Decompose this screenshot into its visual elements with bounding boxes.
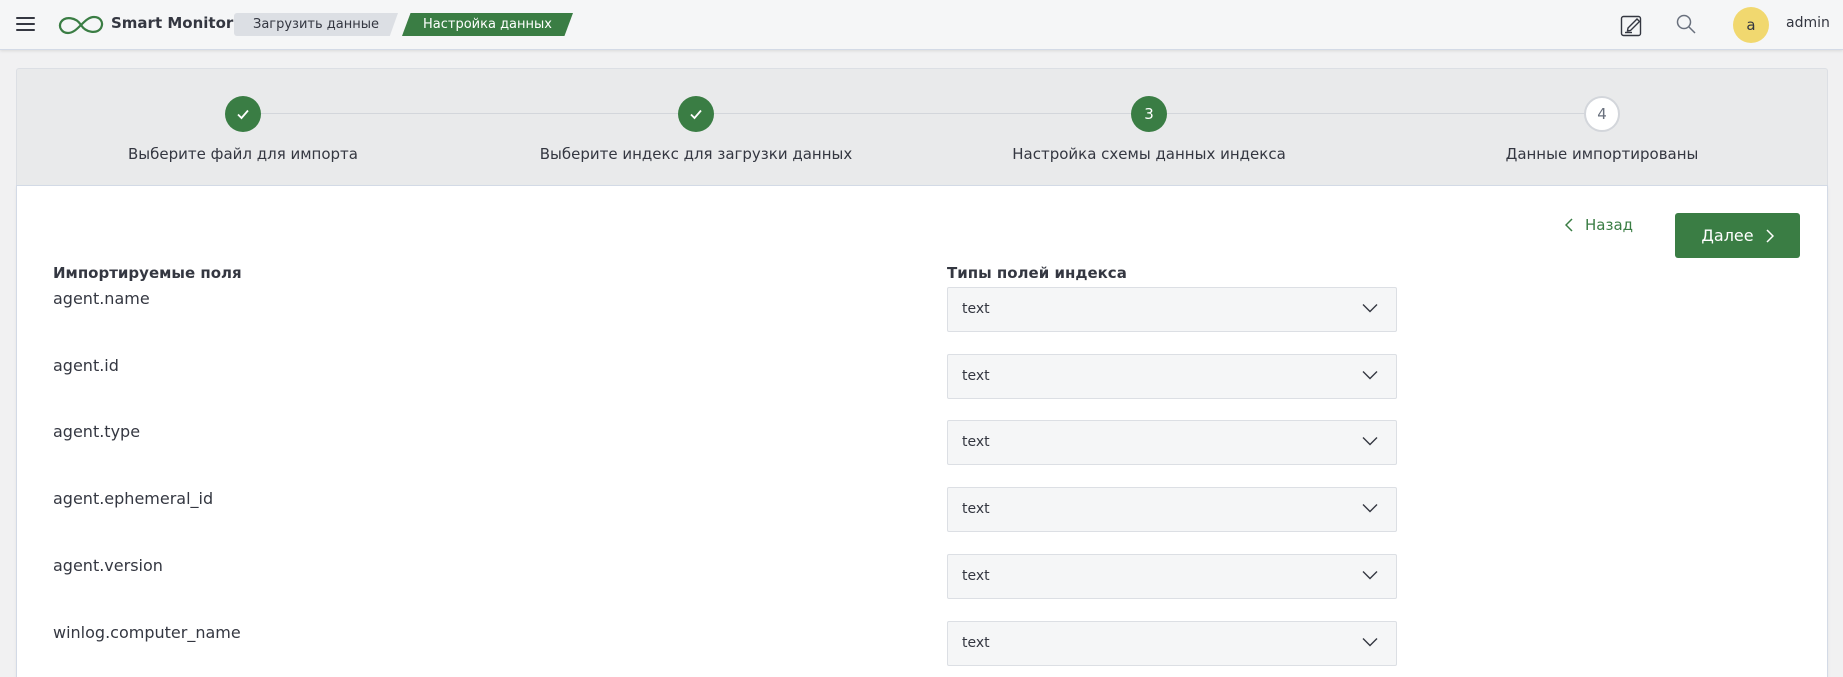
field-type-value: text bbox=[962, 568, 990, 584]
step-1: Выберите файл для импорта bbox=[33, 96, 453, 163]
user-avatar[interactable]: a bbox=[1733, 7, 1769, 43]
step-3: 3 Настройка схемы данных индекса bbox=[939, 96, 1359, 163]
back-button[interactable]: Назад bbox=[1565, 213, 1633, 237]
field-type-select[interactable]: text bbox=[947, 621, 1397, 666]
breadcrumb-data-settings[interactable]: Настройка данных bbox=[402, 13, 573, 36]
top-header: Smart Monitor Загрузить данные Настройка… bbox=[0, 0, 1843, 50]
chevron-down-icon bbox=[1362, 304, 1378, 313]
chevron-down-icon bbox=[1362, 504, 1378, 513]
field-label: agent.version bbox=[53, 556, 163, 575]
chevron-down-icon bbox=[1362, 571, 1378, 580]
search-icon[interactable] bbox=[1675, 13, 1697, 35]
chevron-down-icon bbox=[1362, 638, 1378, 647]
field-label: agent.type bbox=[53, 422, 141, 441]
field-label: agent.name bbox=[53, 289, 150, 308]
field-label: agent.ephemeral_id bbox=[53, 489, 214, 508]
mapping-panel: Назад Далее Импортируемые поля Типы поле… bbox=[16, 185, 1828, 677]
imported-fields-header: Импортируемые поля bbox=[53, 264, 242, 282]
field-type-select[interactable]: text bbox=[947, 287, 1397, 332]
steps-bar: Выберите файл для импорта Выберите индек… bbox=[16, 68, 1828, 185]
field-type-value: text bbox=[962, 501, 990, 517]
index-field-types-header: Типы полей индекса bbox=[947, 264, 1127, 282]
step-1-check-icon bbox=[225, 96, 261, 132]
field-type-value: text bbox=[962, 301, 990, 317]
chevron-right-icon bbox=[1766, 228, 1774, 243]
field-type-select[interactable]: text bbox=[947, 354, 1397, 399]
step-3-number: 3 bbox=[1131, 96, 1167, 132]
field-type-select[interactable]: text bbox=[947, 420, 1397, 465]
menu-icon[interactable] bbox=[16, 15, 36, 33]
username[interactable]: admin bbox=[1786, 15, 1830, 31]
chevron-left-icon bbox=[1565, 218, 1573, 232]
step-4-number: 4 bbox=[1584, 96, 1620, 132]
step-2-check-icon bbox=[678, 96, 714, 132]
next-button-label: Далее bbox=[1701, 226, 1754, 245]
field-type-value: text bbox=[962, 434, 990, 450]
field-type-value: text bbox=[962, 368, 990, 384]
field-type-select[interactable]: text bbox=[947, 487, 1397, 532]
step-1-title: Выберите файл для импорта bbox=[128, 145, 358, 163]
field-label: agent.id bbox=[53, 356, 119, 375]
field-label: winlog.computer_name bbox=[53, 623, 241, 642]
brand-name: Smart Monitor bbox=[111, 14, 234, 32]
field-type-value: text bbox=[962, 635, 990, 651]
field-type-select[interactable]: text bbox=[947, 554, 1397, 599]
chevron-down-icon bbox=[1362, 371, 1378, 380]
step-3-title: Настройка схемы данных индекса bbox=[1012, 145, 1286, 163]
steps-connector bbox=[257, 113, 1587, 114]
step-2: Выберите индекс для загрузки данных bbox=[486, 96, 906, 163]
chevron-down-icon bbox=[1362, 437, 1378, 446]
step-2-title: Выберите индекс для загрузки данных bbox=[539, 145, 853, 163]
step-4-title: Данные импортированы bbox=[1505, 145, 1699, 163]
next-button[interactable]: Далее bbox=[1675, 213, 1800, 258]
back-button-label: Назад bbox=[1585, 216, 1634, 234]
infinity-logo-icon bbox=[58, 15, 104, 35]
step-4: 4 Данные импортированы bbox=[1392, 96, 1812, 163]
breadcrumb-upload-data[interactable]: Загрузить данные bbox=[234, 13, 398, 36]
edit-note-icon[interactable] bbox=[1620, 13, 1644, 37]
